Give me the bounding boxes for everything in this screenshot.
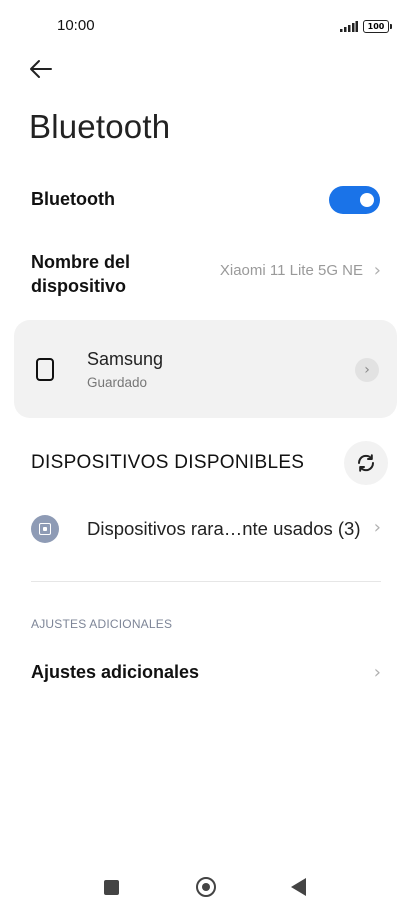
chevron-right-icon: ›	[373, 260, 381, 281]
home-button[interactable]	[196, 877, 216, 897]
device-details-button[interactable]: ›	[355, 358, 379, 382]
toggle-knob	[360, 193, 374, 207]
chevron-right-icon: ›	[373, 662, 381, 683]
available-devices-title: DISPOSITIVOS DISPONIBLES	[31, 452, 305, 473]
battery-icon: 100	[363, 20, 392, 33]
chevron-right-icon: ›	[373, 517, 381, 538]
saved-device-status: Guardado	[87, 375, 148, 390]
refresh-button[interactable]	[344, 441, 388, 485]
additional-settings-item[interactable]: Ajustes adicionales	[31, 662, 199, 683]
rarely-used-devices-item[interactable]: Dispositivos rara…nte usados (3)	[87, 518, 361, 540]
saved-device-name: Samsung	[87, 349, 164, 369]
signal-icon	[340, 21, 358, 32]
device-badge-icon	[31, 515, 59, 543]
device-name-value[interactable]: Xiaomi 11 Lite 5G NE	[220, 262, 363, 279]
saved-device-card[interactable]: Samsung Guardado ›	[14, 320, 397, 418]
refresh-icon	[357, 454, 375, 472]
back-button[interactable]	[28, 57, 56, 81]
additional-settings-header: AJUSTES ADICIONALES	[31, 617, 173, 631]
page-title: Bluetooth	[29, 108, 171, 145]
status-icons: 100	[340, 20, 392, 33]
device-name-label[interactable]: Nombre del dispositivo	[31, 250, 181, 298]
chevron-right-icon: ›	[364, 362, 370, 378]
nav-back-button[interactable]	[291, 878, 306, 896]
bluetooth-toggle-label: Bluetooth	[31, 189, 115, 209]
phone-outline-icon	[36, 358, 54, 381]
arrow-left-icon	[30, 60, 52, 78]
status-time: 10:00	[57, 17, 95, 34]
bluetooth-toggle[interactable]	[329, 186, 380, 214]
divider	[31, 581, 381, 582]
recents-button[interactable]	[104, 880, 119, 895]
